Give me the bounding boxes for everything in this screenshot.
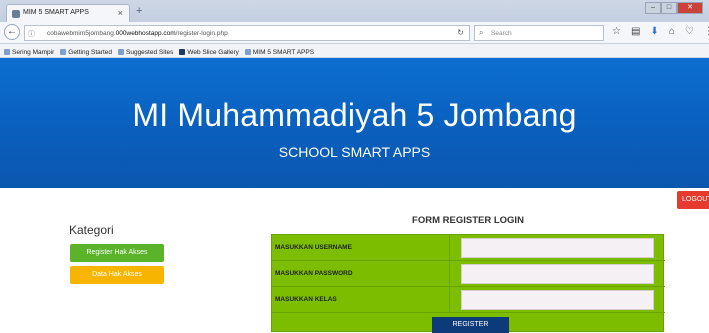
bookmark-icon: [244, 49, 251, 55]
column-divider: [449, 287, 450, 313]
download-icon[interactable]: ⬇: [650, 26, 658, 37]
column-divider: [449, 235, 450, 261]
bookmark-item[interactable]: MIM 5 SMART APPS: [244, 47, 314, 57]
address-bar[interactable]: ⓘ cobawebmim5jombang.000webhostapp.com/r…: [24, 25, 470, 41]
hero-banner: MI Muhammadiyah 5 Jombang SCHOOL SMART A…: [0, 58, 709, 188]
app-subtitle: SCHOOL SMART APPS: [278, 144, 431, 160]
home-icon[interactable]: ⌂: [669, 26, 675, 37]
school-title: MI Muhammadiyah 5 Jombang: [132, 97, 577, 133]
url-path: /register-login.php: [175, 30, 228, 37]
logout-button[interactable]: LOGOUT: [677, 191, 709, 209]
window-controls: – □ ✕: [645, 2, 703, 16]
bookmarks-bar: Sering Mampir Getting Started Suggested …: [0, 44, 709, 58]
bookmark-star-icon[interactable]: ☆: [612, 26, 621, 37]
password-input[interactable]: [461, 264, 654, 284]
bookmarks-menu-icon[interactable]: ▤: [631, 26, 640, 37]
class-input[interactable]: [461, 290, 654, 310]
bookmark-item[interactable]: Suggested Sites: [118, 47, 173, 57]
minimize-button[interactable]: –: [645, 2, 661, 14]
register-access-button[interactable]: Register Hak Akses: [70, 244, 164, 262]
register-form: MASUKKAN USERNAME MASUKKAN PASSWORD MASU…: [271, 234, 665, 333]
site-info-icon[interactable]: ⓘ: [28, 29, 35, 39]
reload-icon[interactable]: ↻: [457, 28, 464, 37]
register-button[interactable]: REGISTER: [432, 317, 509, 333]
form-title: FORM REGISTER LOGIN: [412, 215, 524, 226]
navigation-bar: ← ⓘ cobawebmim5jombang.000webhostapp.com…: [0, 22, 709, 44]
bookmark-item[interactable]: Getting Started: [60, 47, 112, 57]
maximize-button[interactable]: □: [661, 2, 677, 14]
form-row-class: MASUKKAN KELAS: [272, 287, 665, 313]
class-label: MASUKKAN KELAS: [275, 296, 337, 303]
column-divider: [449, 261, 450, 287]
browser-tab[interactable]: MIM 5 SMART APPS ×: [6, 4, 130, 22]
search-placeholder: Search: [491, 30, 512, 37]
username-label: MASUKKAN USERNAME: [275, 244, 352, 251]
bookmark-item[interactable]: Sering Mampir: [4, 47, 54, 57]
url-prefix: cobawebmim5jombang.: [47, 30, 116, 37]
tab-bar: MIM 5 SMART APPS × + – □ ✕: [0, 0, 709, 22]
close-window-button[interactable]: ✕: [677, 2, 703, 14]
bookmark-icon: [179, 49, 186, 55]
form-row-username: MASUKKAN USERNAME: [272, 235, 665, 261]
url-domain: 000webhostapp.com: [115, 30, 176, 37]
back-button[interactable]: ←: [4, 24, 20, 40]
menu-icon[interactable]: ⋮: [704, 26, 709, 37]
password-label: MASUKKAN PASSWORD: [275, 270, 353, 277]
tab-title: MIM 5 SMART APPS: [23, 9, 89, 16]
new-tab-button[interactable]: +: [136, 5, 142, 17]
toolbar-icons: ☆ ▤ ⬇ ⌂ ♡ ⋮: [612, 26, 709, 37]
access-data-button[interactable]: Data Hak Akses: [70, 266, 164, 284]
search-bar[interactable]: ⌕ Search: [474, 25, 604, 41]
form-row-password: MASUKKAN PASSWORD: [272, 261, 665, 287]
bookmark-icon: [118, 49, 124, 55]
bookmark-item[interactable]: Web Slice Gallery: [179, 47, 239, 57]
browser-chrome: MIM 5 SMART APPS × + – □ ✕ ← ⓘ cobawebmi…: [0, 0, 709, 58]
page-content: MI Muhammadiyah 5 Jombang SCHOOL SMART A…: [0, 58, 709, 333]
search-icon: ⌕: [479, 28, 484, 37]
bookmark-icon: [60, 49, 67, 55]
username-input[interactable]: [461, 238, 654, 258]
pocket-icon[interactable]: ♡: [685, 26, 694, 37]
favicon-icon: [12, 10, 20, 18]
close-tab-icon[interactable]: ×: [118, 8, 123, 18]
category-heading: Kategori: [69, 223, 114, 237]
bookmark-icon: [4, 49, 10, 55]
